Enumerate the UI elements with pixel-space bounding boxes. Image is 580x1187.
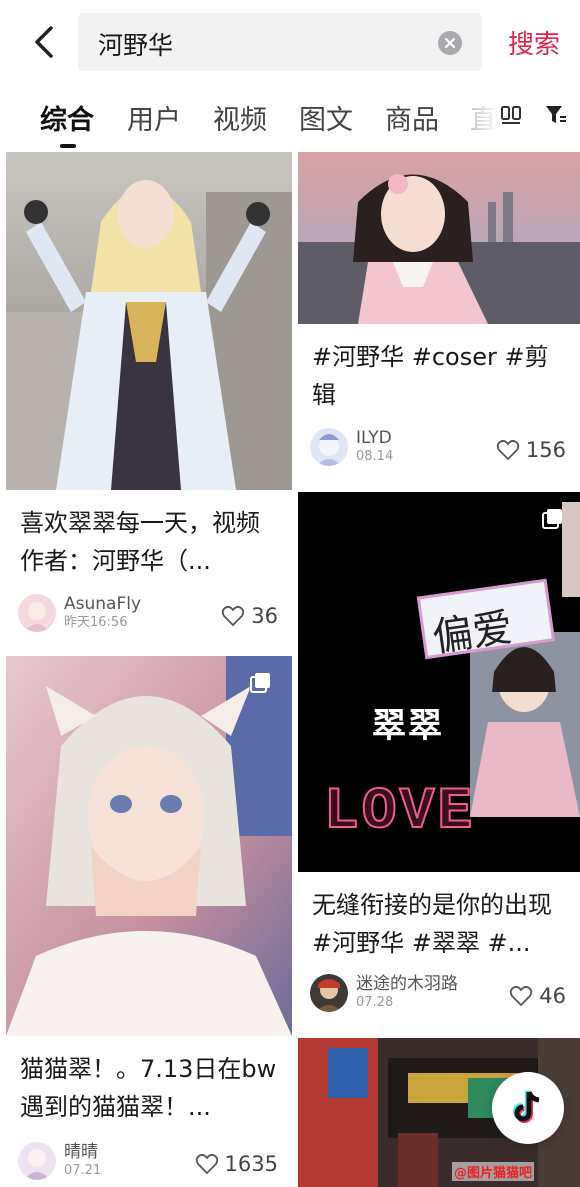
tabs-fade [468,84,498,152]
like-count: 46 [539,984,566,1008]
like-count: 36 [251,604,278,628]
watermark-text: @图片猫猫吧 [452,1162,535,1181]
author-name: 迷途的木羽路 [356,974,458,994]
like-count: 1635 [224,1152,278,1176]
avatar [310,428,348,466]
search-input[interactable]: 河野华 [78,13,482,71]
author-name: ILYD [356,428,392,448]
layout-toggle-icon[interactable] [500,104,522,130]
overlay-text: 翠翠 [372,706,444,746]
like-button[interactable]: 46 [509,984,566,1008]
tab-users[interactable]: 用户 [127,98,181,137]
card-title: 无缝衔接的是你的出现#河野华 #翠翠 #... [312,891,552,957]
card-cover-image [6,152,292,490]
card-title: 猫猫翠！。7.13日在bw遇到的猫猫翠！... [20,1055,277,1121]
post-date: 07.28 [356,995,394,1010]
tab-comprehensive[interactable]: 综合 [40,98,94,137]
multi-image-icon [542,508,564,530]
search-query-text: 河野华 [98,31,174,60]
heart-icon [510,985,533,1007]
active-tab-indicator [60,144,76,148]
clear-circle-icon[interactable] [438,31,462,55]
heart-icon [496,439,520,461]
card-author[interactable]: ILYD 08.14 [310,428,393,466]
like-button[interactable]: 36 [221,604,278,628]
heart-icon [222,605,245,627]
search-header: 河野华 搜索 [0,0,580,84]
author-name: 晴晴 [64,1142,98,1162]
avatar [18,594,56,632]
avatar [310,974,348,1012]
post-date: 07.21 [64,1163,102,1178]
like-button[interactable]: 156 [496,438,566,462]
feed-card[interactable]: #河野华 #coser #剪辑 ILYD 08.14 156 [298,152,580,484]
like-button[interactable]: 1635 [195,1152,278,1176]
post-date: 08.14 [356,449,394,464]
tab-videos[interactable]: 视频 [213,98,267,137]
author-name: AsunaFly [64,594,142,614]
douyin-logo-icon[interactable] [492,1072,564,1144]
search-button[interactable]: 搜索 [508,24,560,61]
avatar [18,1142,56,1180]
overlay-text: LOVE [323,779,476,846]
post-date: 昨天16:56 [64,615,128,630]
card-title: 喜欢翠翠每一天，视频作者：河野华（... [20,509,260,575]
heart-icon [195,1153,218,1175]
multi-image-icon [250,672,272,694]
feed-card[interactable]: 偏爱 翠翠 LOVE 无缝衔接的是你的出现#河野华 #翠翠 #... 迷途的木羽… [298,492,580,1028]
card-author[interactable]: 晴晴 07.21 [18,1142,101,1180]
card-cover-image [6,656,292,1036]
tab-images[interactable]: 图文 [299,98,353,137]
card-author[interactable]: AsunaFly 昨天16:56 [18,594,141,632]
like-count: 156 [525,438,566,462]
feed-card[interactable]: 喜欢翠翠每一天，视频作者：河野华（... AsunaFly 昨天16:56 36 [6,152,292,646]
tab-products[interactable]: 商品 [385,98,439,137]
card-cover-image: 偏爱 翠翠 LOVE [298,492,580,872]
category-tabs: 综合 用户 视频 图文 商品 直 [0,84,580,152]
card-author[interactable]: 迷途的木羽路 07.28 [310,974,458,1012]
card-cover-image [298,152,580,324]
feed-card[interactable]: 猫猫翠！。7.13日在bw遇到的猫猫翠！... 晴晴 07.21 1635 [6,656,292,1187]
card-title: #河野华 #coser #剪辑 [312,343,549,409]
overlay-text: 偏爱 [429,604,516,662]
back-arrow-icon[interactable] [22,18,66,66]
filter-icon[interactable] [544,104,568,130]
